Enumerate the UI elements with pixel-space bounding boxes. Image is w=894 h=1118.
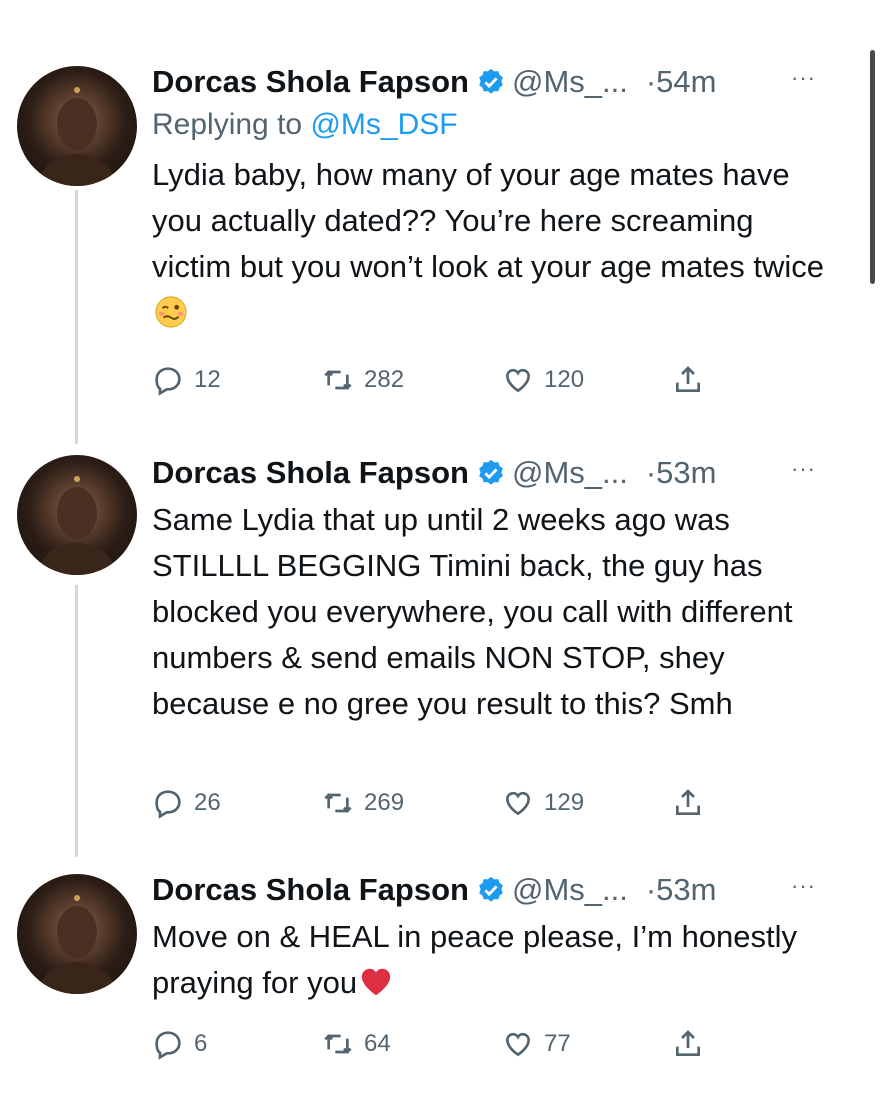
- reply-icon: [155, 367, 181, 396]
- share-button[interactable]: [672, 1028, 714, 1060]
- reply-icon: [155, 790, 181, 819]
- tweet-text: Move on & HEAL in peace please, I’m hone…: [152, 914, 832, 1006]
- reply-button[interactable]: 6: [152, 1028, 207, 1060]
- timestamp[interactable]: 53m: [656, 455, 716, 491]
- author-handle[interactable]: @Ms_...: [512, 872, 628, 908]
- retweet-icon: [324, 793, 352, 813]
- share-icon: [676, 789, 700, 815]
- share-icon: [676, 1030, 700, 1056]
- woozy-face-icon: [155, 296, 187, 328]
- tweet-text-content: Move on & HEAL in peace please, I’m hone…: [152, 919, 798, 1000]
- more-options-icon[interactable]: ···: [791, 65, 816, 91]
- reply-button[interactable]: 12: [152, 364, 221, 396]
- reply-handle-link[interactable]: @Ms_DSF: [310, 108, 457, 141]
- author-name[interactable]: Dorcas Shola Fapson: [152, 64, 469, 100]
- reply-count: 12: [194, 366, 221, 393]
- replying-to-label: Replying to: [152, 108, 311, 141]
- heart-icon: [505, 791, 531, 816]
- avatar[interactable]: [17, 874, 137, 994]
- avatar[interactable]: [17, 66, 137, 186]
- share-button[interactable]: [672, 787, 714, 819]
- replying-to: Replying to @Ms_DSF: [152, 108, 860, 150]
- reply-count: 26: [194, 789, 221, 816]
- retweet-button[interactable]: 64: [322, 1028, 391, 1060]
- author-name[interactable]: Dorcas Shola Fapson: [152, 872, 469, 908]
- share-button[interactable]: [672, 364, 714, 396]
- heart-icon: [505, 1032, 531, 1057]
- like-button[interactable]: 129: [502, 787, 584, 819]
- reply-icon: [155, 1031, 181, 1060]
- tweet-text-content: Lydia baby, how many of your age mates h…: [152, 157, 824, 284]
- more-options-icon[interactable]: ···: [791, 873, 816, 899]
- separator-dot: ·: [645, 455, 657, 490]
- more-options-icon[interactable]: ···: [791, 456, 816, 482]
- author-name[interactable]: Dorcas Shola Fapson: [152, 455, 469, 491]
- like-button[interactable]: 120: [502, 364, 584, 396]
- tweet-text: Lydia baby, how many of your age mates h…: [152, 152, 832, 336]
- retweet-icon: [324, 1034, 352, 1054]
- avatar[interactable]: [17, 455, 137, 575]
- retweet-count: 64: [364, 1030, 391, 1057]
- verified-badge-icon: [479, 68, 503, 94]
- like-count: 120: [544, 366, 585, 393]
- separator-dot: ·: [645, 64, 657, 99]
- like-button[interactable]: 77: [502, 1028, 571, 1060]
- timestamp[interactable]: 54m: [656, 64, 716, 100]
- reply-count: 6: [194, 1030, 208, 1057]
- red-heart-icon: [361, 968, 391, 996]
- tweet[interactable]: Dorcas Shola Fapson @Ms_... · 53m ··· Mo…: [0, 868, 860, 1108]
- verified-badge-icon: [479, 459, 503, 485]
- reply-button[interactable]: 26: [152, 787, 221, 819]
- separator-dot: ·: [645, 872, 657, 907]
- tweet-text-content: Same Lydia that up until 2 weeks ago was…: [152, 502, 793, 721]
- heart-icon: [505, 368, 531, 393]
- retweet-button[interactable]: 282: [322, 364, 404, 396]
- share-icon: [676, 366, 700, 392]
- retweet-count: 282: [364, 366, 405, 393]
- author-handle[interactable]: @Ms_...: [512, 455, 628, 491]
- tweet[interactable]: Dorcas Shola Fapson @Ms_... · 53m ··· Sa…: [0, 451, 860, 851]
- like-count: 129: [544, 789, 585, 816]
- tweet[interactable]: Dorcas Shola Fapson @Ms_... · 54m ··· Re…: [0, 60, 860, 460]
- retweet-count: 269: [364, 789, 405, 816]
- retweet-button[interactable]: 269: [322, 787, 404, 819]
- author-handle[interactable]: @Ms_...: [512, 64, 628, 100]
- retweet-icon: [324, 370, 352, 390]
- scrollbar[interactable]: [870, 50, 875, 284]
- verified-badge-icon: [479, 876, 503, 902]
- tweet-text: Same Lydia that up until 2 weeks ago was…: [152, 497, 832, 727]
- timestamp[interactable]: 53m: [656, 872, 716, 908]
- like-count: 77: [544, 1030, 571, 1057]
